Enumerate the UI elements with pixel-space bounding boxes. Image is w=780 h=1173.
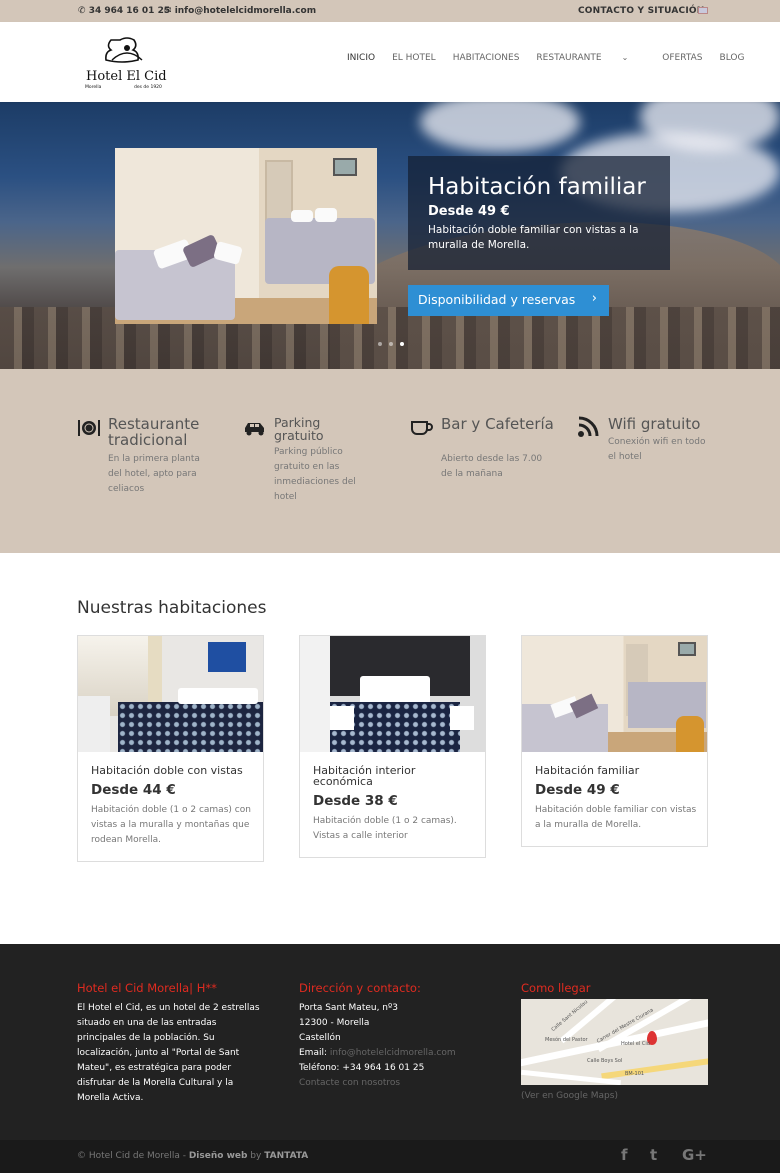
logo-emblem-icon: Hotel El Cid Morella des de 1920 [85,37,167,90]
footer-contact-title: Dirección y contacto: [299,981,421,995]
room-photo[interactable] [78,636,263,752]
footer-address-line: 12300 - Morella [299,1018,370,1028]
nav-item-restaurante-label: RESTAURANTE [536,53,602,63]
copyright: © Hotel Cid de Morella - Diseño web by T… [77,1151,308,1161]
slider-dot-active[interactable] [400,342,404,346]
agency-link[interactable]: TANTATA [264,1151,308,1161]
map-label: Calle Boys Sol [587,1058,623,1064]
hero-price: Desde 49 € [428,204,510,219]
facebook-icon[interactable]: f [621,1146,628,1164]
car-icon [245,423,264,436]
footer-email-label: Email: [299,1048,328,1058]
hero-title: Habitación familiar [428,174,646,200]
footer-contact: Dirección y contacto: Porta Sant Mateu, … [299,981,489,1091]
room-card-familiar[interactable]: Habitación familiar Desde 49 € Habitació… [521,635,708,847]
chevron-down-icon: ⌄ [621,53,629,62]
hero-description: Habitación doble familiar con vistas a l… [428,224,639,251]
twitter-icon[interactable]: t [650,1146,657,1164]
chevron-right-icon: › [591,291,597,306]
hero-cloud [420,102,580,152]
room-price: Desde 38 € [313,793,398,809]
footer-map: Como llegar [521,981,711,1001]
feature-text: Abierto desde las 7.00 de la mañana [441,454,543,479]
footer-email-row: Email: info@hotelelcidmorella.com [299,1046,489,1061]
contact-location-link[interactable]: CONTACTO Y SITUACIÓN [578,6,704,16]
contact-us-link[interactable]: Contacte con nosotros [299,1076,489,1091]
nav-item-habitaciones[interactable]: HABITACIONES [453,53,520,63]
footer-address-line: Castellón [299,1033,341,1043]
room-description: Habitación doble (1 o 2 camas) con vista… [91,805,251,845]
map-label: Hotel el Cid [621,1041,650,1047]
feature-title: Wifi gratuito [608,415,701,433]
room-card-interior-economica[interactable]: Habitación interior económica Desde 38 €… [299,635,486,858]
footer-map-title: Como llegar [521,981,591,995]
nav-item-restaurante[interactable]: RESTAURANTE ⌄ [536,53,645,63]
phone-link[interactable]: ✆ 34 964 16 01 25 [78,6,170,16]
slider-dot[interactable] [378,342,382,346]
main-nav: INICIO EL HOTEL HABITACIONES RESTAURANTE… [347,53,761,63]
room-price: Desde 44 € [91,782,176,798]
feature-title: Restaurante tradicional [108,415,200,449]
cutlery-icon [78,420,100,436]
web-design-link[interactable]: Diseño web [189,1151,248,1161]
footer-about: Hotel el Cid Morella| H** El Hotel el Ci… [77,981,267,1106]
bottom-bar: © Hotel Cid de Morella - Diseño web by T… [0,1140,780,1173]
footer-email-link[interactable]: info@hotelelcidmorella.com [330,1048,456,1058]
room-description: Habitación doble (1 o 2 camas). Vistas a… [313,816,457,841]
email-address: info@hotelelcidmorella.com [174,6,317,16]
logo-tag-right: des de 1920 [134,84,162,90]
email-link[interactable]: ✉ info@hotelelcidmorella.com [164,6,316,16]
wifi-icon [578,416,599,437]
nav-item-ofertas[interactable]: OFERTAS [662,53,702,63]
hero-room-photo [115,148,377,324]
map-label: Mesón del Pastor [545,1037,588,1043]
copyright-by: by [247,1151,265,1161]
hero-slider: Habitación familiar Desde 49 € Habitació… [0,102,780,369]
slider-dots [378,342,411,346]
hero-caption: Habitación familiar Desde 49 € Habitació… [408,156,670,270]
footer-phone: Teléfono: +34 964 16 01 25 [299,1063,425,1073]
phone-number: 34 964 16 01 25 [88,6,171,16]
room-name[interactable]: Habitación familiar [535,765,700,776]
hotel-logo[interactable]: Hotel El Cid Morella des de 1920 [82,36,172,90]
room-photo[interactable] [300,636,485,752]
feature-text: Conexión wifi en todo el hotel [608,437,706,462]
room-name[interactable]: Habitación interior económica [313,765,478,787]
nav-item-blog[interactable]: BLOG [720,53,745,63]
site-header: Hotel El Cid Morella des de 1920 INICIO … [0,22,780,102]
top-bar: ✆ 34 964 16 01 25 ✉ info@hotelelcidmorel… [0,0,780,22]
features-section: Restaurante tradicional En la primera pl… [0,369,780,553]
rooms-section-title: Nuestras habitaciones [77,598,267,618]
map-label: BM-101 [625,1071,645,1077]
logo-text: Hotel El Cid [86,69,167,84]
footer-about-title: Hotel el Cid Morella| H** [77,981,217,995]
nav-item-el-hotel[interactable]: EL HOTEL [392,53,436,63]
room-photo[interactable] [522,636,707,752]
slider-dot[interactable] [389,342,393,346]
room-price: Desde 49 € [535,782,620,798]
feature-title: Bar y Cafetería [441,415,554,433]
room-description: Habitación doble familiar con vistas a l… [535,805,697,830]
feature-title: Parking gratuito [274,415,324,443]
logo-tag-left: Morella [85,84,102,90]
feature-text: En la primera planta del hotel, apto par… [108,454,200,494]
footer-address-line: Porta Sant Mateu, nº3 [299,1003,398,1013]
room-card-doble-vistas[interactable]: Habitación doble con vistas Desde 44 € H… [77,635,264,862]
availability-button[interactable]: Disponibilidad y reservas › [408,285,609,316]
map-thumbnail[interactable]: Calle Sant Nicolau Carrer del Mestre Ciu… [521,999,708,1085]
copyright-text: © Hotel Cid de Morella - [77,1151,189,1161]
google-maps-link[interactable]: (Ver en Google Maps) [521,1091,618,1101]
room-name[interactable]: Habitación doble con vistas [91,765,256,776]
google-plus-icon[interactable]: G+ [682,1146,707,1164]
footer-about-text: El Hotel el Cid, es un hotel de 2 estrel… [77,1003,260,1103]
uk-flag-icon[interactable] [698,7,708,14]
coffee-cup-icon [411,421,433,435]
feature-text: Parking público gratuito en las inmediac… [274,447,356,502]
nav-item-inicio[interactable]: INICIO [347,53,375,63]
availability-button-label: Disponibilidad y reservas [418,292,576,307]
map-label: Calle Sant Nicolau [550,999,590,1033]
